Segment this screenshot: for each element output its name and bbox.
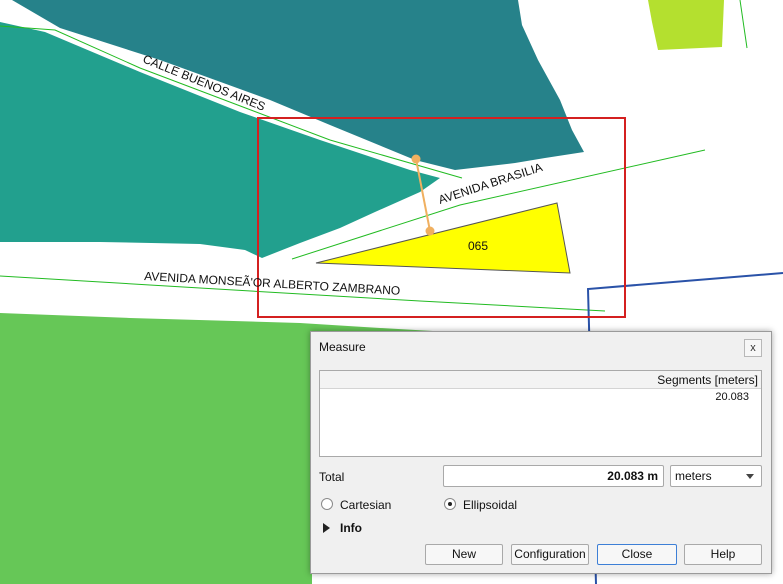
measure-vertex-end[interactable]	[425, 226, 435, 236]
segments-header: Segments [meters]	[320, 371, 761, 389]
configuration-button[interactable]: Configuration	[511, 544, 589, 565]
street-label-avenida-monsenor: AVENIDA MONSEÃ'OR ALBERTO ZAMBRANO	[144, 269, 401, 298]
segment-value: 20.083	[715, 391, 749, 403]
unit-select[interactable]: meters	[670, 465, 762, 487]
close-icon[interactable]: x	[744, 339, 762, 357]
measure-dialog: Measure x Segments [meters] 20.083 Total…	[310, 331, 772, 574]
radio-ellipsoidal-label: Ellipsoidal	[463, 498, 518, 512]
measure-vertex-start[interactable]	[411, 154, 421, 164]
close-button[interactable]: Close	[597, 544, 677, 565]
chevron-down-icon	[746, 474, 754, 479]
info-label: Info	[340, 521, 362, 535]
help-button[interactable]: Help	[684, 544, 762, 565]
new-button[interactable]: New	[425, 544, 503, 565]
radio-cartesian-label: Cartesian	[340, 498, 392, 512]
radio-circle-icon	[321, 498, 333, 510]
expand-triangle-icon	[323, 523, 330, 533]
total-field: 20.083 m	[443, 465, 664, 487]
parcel-label: 065	[468, 239, 488, 253]
segments-table[interactable]: Segments [meters] 20.083	[319, 370, 762, 457]
dialog-title: Measure	[319, 340, 366, 354]
unit-select-value: meters	[675, 469, 712, 483]
radio-circle-icon	[444, 498, 456, 510]
lime-parcel	[648, 0, 724, 50]
total-label: Total	[319, 470, 345, 484]
